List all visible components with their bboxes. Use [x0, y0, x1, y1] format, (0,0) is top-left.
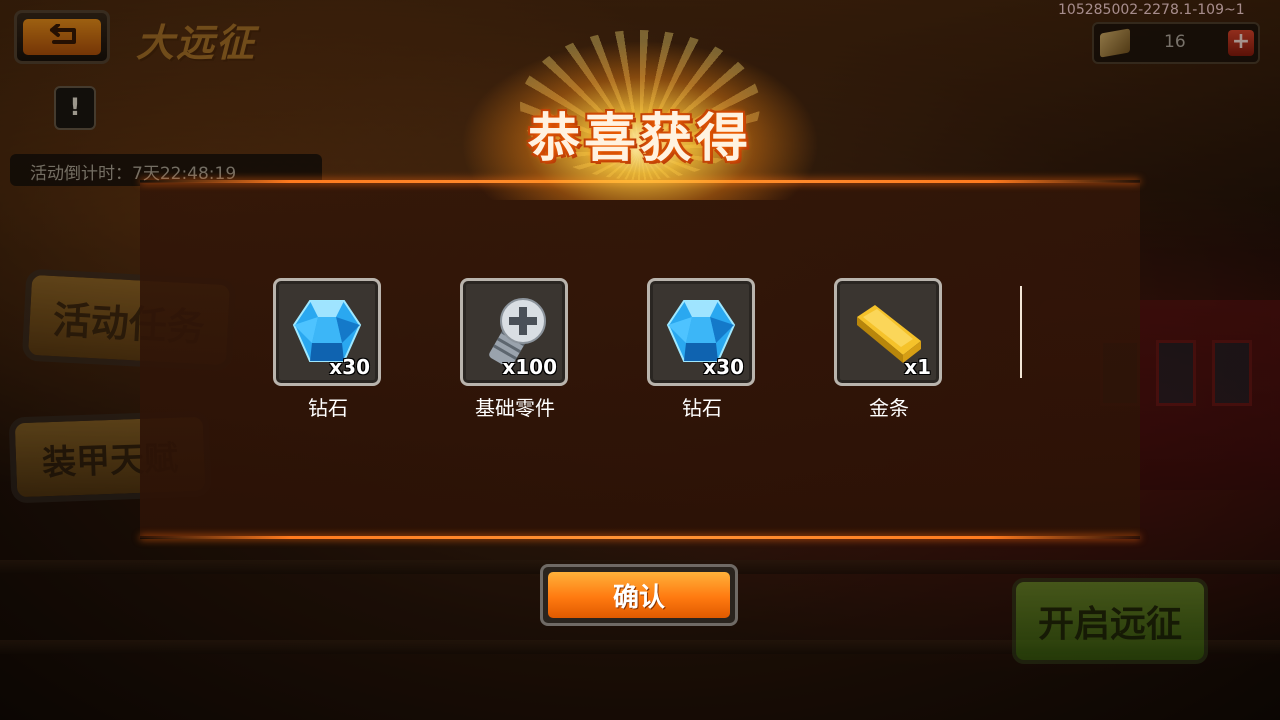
reward-name: 基础零件 — [475, 396, 555, 420]
reward-qty: x30 — [329, 355, 370, 379]
reward-name: 钻石 — [308, 396, 348, 420]
reward-frame: x30 — [273, 278, 381, 386]
reward-frame: x1 — [834, 278, 942, 386]
reward-item[interactable]: x1 金条 — [834, 278, 944, 421]
reward-item[interactable]: x100 基础零件 — [460, 278, 570, 421]
reward-frame: x30 — [647, 278, 755, 386]
reward-qty: x100 — [502, 355, 557, 379]
reward-item[interactable]: x30 钻石 — [647, 278, 757, 421]
reward-qty: x30 — [703, 355, 744, 379]
reward-qty: x1 — [904, 355, 931, 379]
confirm-label: 确认 — [548, 572, 730, 618]
reward-frame: x100 — [460, 278, 568, 386]
scroll-indicator[interactable] — [1020, 286, 1022, 378]
modal-bottom-border — [140, 536, 1140, 539]
modal-title: 恭喜获得 — [527, 109, 752, 169]
confirm-button[interactable]: 确认 — [540, 564, 738, 626]
reward-name: 金条 — [869, 396, 909, 420]
reward-name: 钻石 — [682, 396, 722, 420]
reward-item[interactable]: x30 钻石 — [273, 278, 383, 421]
